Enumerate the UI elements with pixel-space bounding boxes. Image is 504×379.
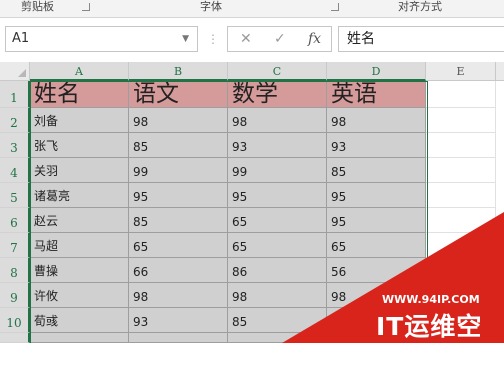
watermark-name: IT运维空间 — [376, 312, 483, 377]
column-header-e[interactable]: E — [426, 62, 496, 81]
table-cell[interactable]: 95 — [327, 183, 426, 208]
row-header-4[interactable]: 4 — [0, 158, 30, 183]
table-cell[interactable]: 85 — [327, 158, 426, 183]
table-cell[interactable]: 66 — [129, 258, 228, 283]
table-cell[interactable]: 关羽 — [30, 158, 129, 183]
table-cell[interactable]: 诸葛亮 — [30, 183, 129, 208]
table-cell[interactable] — [129, 333, 228, 343]
enter-icon[interactable]: ✓ — [274, 31, 286, 47]
row-header-6[interactable]: 6 — [0, 208, 30, 233]
table-cell[interactable]: 许攸 — [30, 283, 129, 308]
empty-cell[interactable] — [426, 108, 496, 133]
empty-cell[interactable] — [426, 183, 496, 208]
watermark-url: WWW.94IP.COM — [382, 293, 480, 306]
table-cell[interactable]: 99 — [129, 158, 228, 183]
column-header-b[interactable]: B — [129, 62, 228, 81]
row-header-9[interactable]: 9 — [0, 283, 30, 308]
formula-buttons: ✕ ✓ fx — [227, 26, 332, 52]
table-cell[interactable]: 65 — [129, 233, 228, 258]
row-header-3[interactable]: 3 — [0, 133, 30, 158]
table-cell[interactable]: 85 — [129, 133, 228, 158]
table-cell[interactable]: 95 — [228, 183, 327, 208]
table-cell[interactable]: 65 — [228, 208, 327, 233]
formula-bar: A1 ▼ ⋮ ✕ ✓ fx 姓名 — [0, 18, 504, 60]
empty-cell[interactable] — [426, 133, 496, 158]
row-header-8[interactable]: 8 — [0, 258, 30, 283]
formula-input[interactable]: 姓名 — [338, 26, 504, 52]
ribbon-group-labels: 剪贴板 字体 对齐方式 — [0, 0, 504, 18]
empty-cell[interactable] — [426, 81, 496, 108]
table-cell[interactable]: 98 — [327, 108, 426, 133]
row-header-5[interactable]: 5 — [0, 183, 30, 208]
table-header-cell[interactable]: 语文 — [129, 81, 228, 108]
cancel-icon[interactable]: ✕ — [240, 31, 252, 47]
name-box-dropdown-icon[interactable]: ▼ — [182, 27, 189, 51]
table-cell[interactable]: 马超 — [30, 233, 129, 258]
table-cell[interactable]: 93 — [327, 133, 426, 158]
font-launcher-icon[interactable] — [331, 3, 339, 11]
formula-bar-splitter[interactable]: ⋮ — [207, 32, 219, 46]
table-cell[interactable]: 95 — [129, 183, 228, 208]
name-box[interactable]: A1 ▼ — [5, 26, 198, 52]
table-header-cell[interactable]: 数学 — [228, 81, 327, 108]
row-header-1[interactable]: 1 — [0, 81, 30, 108]
table-cell[interactable]: 赵云 — [30, 208, 129, 233]
select-all-corner[interactable] — [0, 62, 30, 81]
table-cell[interactable]: 98 — [228, 108, 327, 133]
name-box-value: A1 — [12, 31, 30, 46]
table-cell[interactable]: 荀彧 — [30, 308, 129, 333]
table-cell[interactable]: 刘备 — [30, 108, 129, 133]
table-cell[interactable]: 85 — [129, 208, 228, 233]
table-cell[interactable] — [30, 333, 129, 343]
table-cell[interactable]: 98 — [129, 283, 228, 308]
row-header-10[interactable]: 10 — [0, 308, 30, 333]
ribbon-group-font: 字体 — [200, 0, 222, 13]
clipboard-launcher-icon[interactable] — [82, 3, 90, 11]
table-cell[interactable]: 张飞 — [30, 133, 129, 158]
row-header-11[interactable] — [0, 333, 30, 343]
table-cell[interactable]: 99 — [228, 158, 327, 183]
table-cell[interactable]: 93 — [129, 308, 228, 333]
table-cell[interactable]: 65 — [327, 233, 426, 258]
row-header-2[interactable]: 2 — [0, 108, 30, 133]
table-cell[interactable]: 65 — [228, 233, 327, 258]
table-cell[interactable]: 98 — [228, 283, 327, 308]
table-cell[interactable]: 95 — [327, 208, 426, 233]
table-cell[interactable]: 93 — [228, 133, 327, 158]
row-header-7[interactable]: 7 — [0, 233, 30, 258]
column-header-f[interactable] — [496, 62, 504, 81]
column-header-a[interactable]: A — [30, 62, 129, 81]
table-header-cell[interactable]: 姓名 — [30, 81, 129, 108]
ribbon-group-alignment: 对齐方式 — [398, 0, 442, 13]
table-cell[interactable]: 曹操 — [30, 258, 129, 283]
ribbon-group-clipboard: 剪贴板 — [21, 0, 54, 13]
table-cell[interactable]: 98 — [129, 108, 228, 133]
empty-cell[interactable] — [426, 158, 496, 183]
column-header-c[interactable]: C — [228, 62, 327, 81]
table-cell[interactable]: 86 — [228, 258, 327, 283]
insert-function-icon[interactable]: fx — [308, 31, 321, 47]
column-header-d[interactable]: D — [327, 62, 426, 81]
table-header-cell[interactable]: 英语 — [327, 81, 426, 108]
